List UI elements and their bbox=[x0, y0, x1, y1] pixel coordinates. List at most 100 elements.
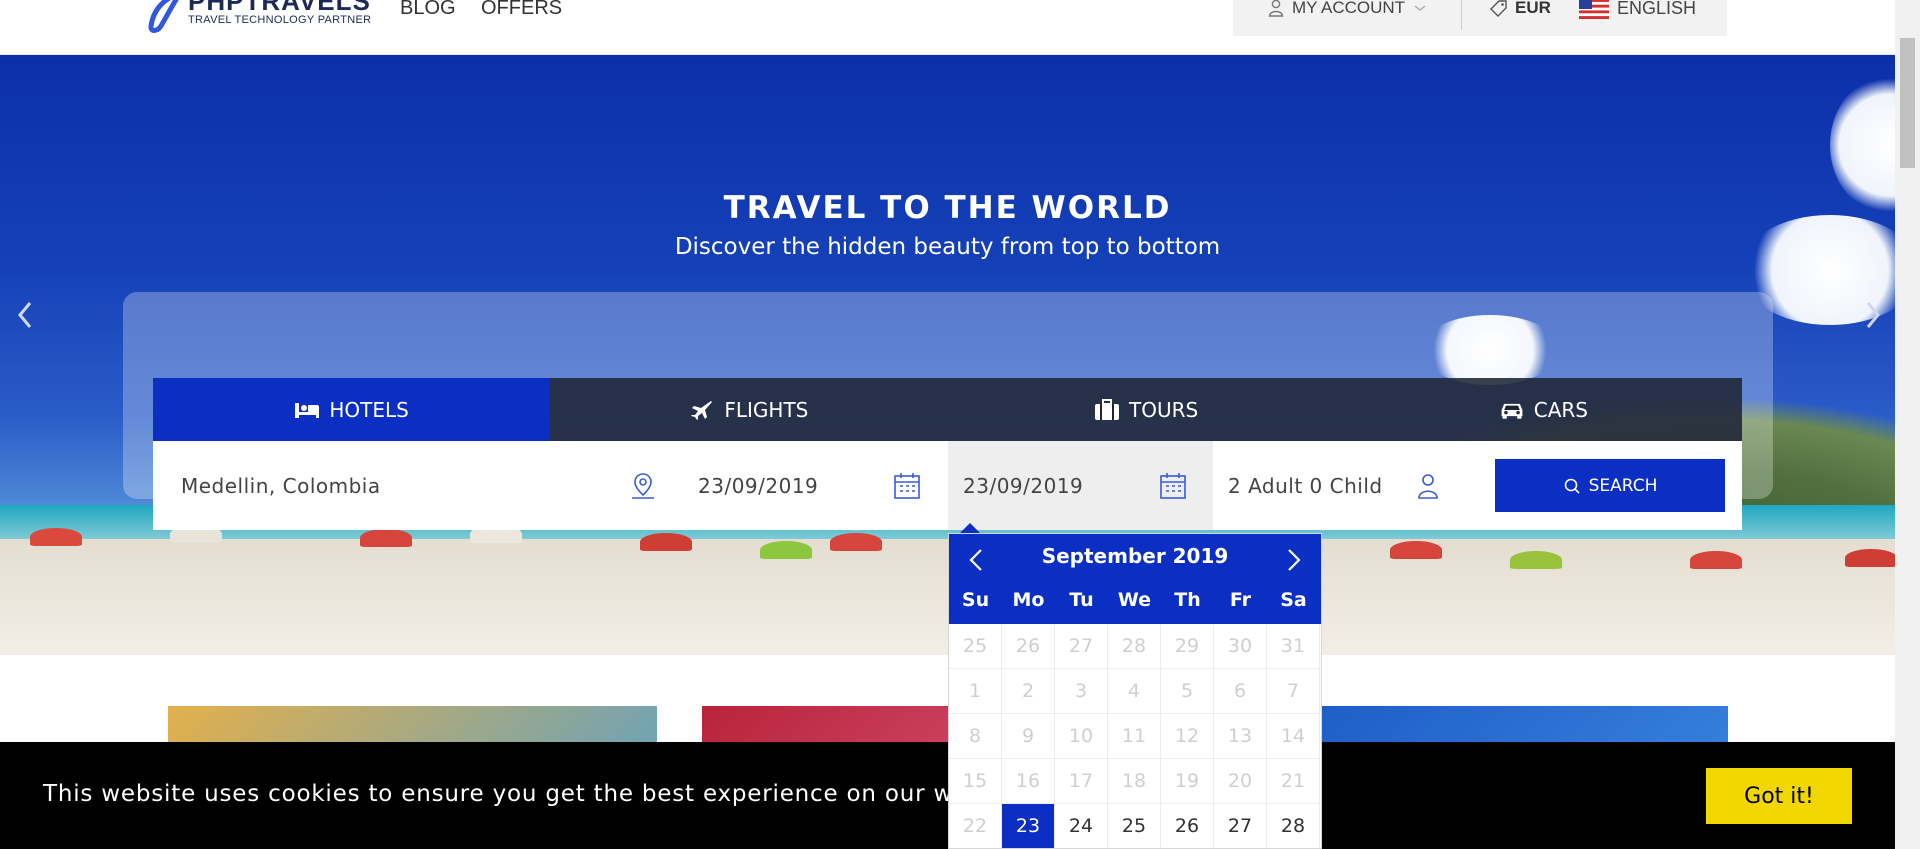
search-icon bbox=[1564, 478, 1580, 494]
calendar-day: 30 bbox=[1214, 624, 1267, 669]
currency-selector[interactable]: EUR bbox=[1490, 0, 1551, 18]
divider bbox=[1461, 0, 1462, 30]
calendar-day: 7 bbox=[1267, 669, 1320, 714]
calendar-day: 28 bbox=[1108, 624, 1161, 669]
umbrella-decoration bbox=[360, 529, 412, 547]
currency-label: EUR bbox=[1515, 0, 1551, 17]
tab-tours[interactable]: TOURS bbox=[948, 378, 1345, 441]
checkout-value: 23/09/2019 bbox=[963, 473, 1084, 498]
calendar-day: 9 bbox=[1002, 714, 1055, 759]
plane-icon bbox=[691, 400, 713, 420]
hero-title: TRAVEL TO THE WORLD bbox=[723, 190, 1172, 226]
calendar-day: 17 bbox=[1055, 759, 1108, 804]
car-icon bbox=[1501, 403, 1523, 419]
tab-flights[interactable]: FLIGHTS bbox=[550, 378, 947, 441]
us-flag-icon bbox=[1579, 0, 1609, 19]
umbrella-decoration bbox=[640, 533, 692, 551]
page-scrollbar[interactable] bbox=[1895, 0, 1920, 849]
calendar-day: 20 bbox=[1214, 759, 1267, 804]
nav-offers[interactable]: OFFERS bbox=[481, 0, 562, 20]
my-account-label: MY ACCOUNT bbox=[1292, 0, 1406, 17]
umbrella-decoration bbox=[1845, 549, 1895, 567]
calendar-day: 3 bbox=[1055, 669, 1108, 714]
weekday-label: Mo bbox=[1012, 589, 1045, 611]
calendar-day: 25 bbox=[949, 624, 1002, 669]
guests-input[interactable]: 2 Adult 0 Child bbox=[1213, 441, 1473, 530]
calendar-day: 29 bbox=[1161, 624, 1214, 669]
calendar-day: 18 bbox=[1108, 759, 1161, 804]
map-pin-icon bbox=[632, 473, 654, 499]
calendar-day: 10 bbox=[1055, 714, 1108, 759]
calendar-day[interactable]: 26 bbox=[1161, 804, 1214, 848]
hotel-search-form: Medellin, Colombia 23/09/2019 23/09/2019… bbox=[153, 441, 1742, 530]
calendar-day: 1 bbox=[949, 669, 1002, 714]
calendar-day: 11 bbox=[1108, 714, 1161, 759]
tab-cars[interactable]: CARS bbox=[1345, 378, 1742, 441]
destination-value: Medellin, Colombia bbox=[181, 473, 381, 498]
umbrella-decoration bbox=[830, 533, 882, 551]
weekday-label: Tu bbox=[1069, 589, 1094, 611]
umbrella-decoration bbox=[30, 528, 82, 546]
next-month-icon[interactable] bbox=[1275, 542, 1311, 578]
tag-icon bbox=[1490, 0, 1507, 17]
search-tabs: HOTELS FLIGHTS TOURS CARS bbox=[153, 378, 1742, 441]
weekday-label: Fr bbox=[1229, 589, 1252, 611]
calendar-day[interactable]: 27 bbox=[1214, 804, 1267, 848]
tab-cars-label: CARS bbox=[1533, 397, 1588, 422]
slider-next-arrow[interactable] bbox=[1858, 295, 1888, 335]
hero-subtitle: Discover the hidden beauty from top to b… bbox=[674, 234, 1221, 260]
chevron-down-icon bbox=[1414, 5, 1426, 11]
calendar-day: 22 bbox=[949, 804, 1002, 848]
calendar-day: 5 bbox=[1161, 669, 1214, 714]
nav-blog[interactable]: BLOG bbox=[400, 0, 456, 20]
calendar-day[interactable]: 28 bbox=[1267, 804, 1320, 848]
language-selector[interactable]: ENGLISH bbox=[1579, 0, 1696, 19]
calendar-icon bbox=[894, 473, 920, 499]
calendar-day: 2 bbox=[1002, 669, 1055, 714]
umbrella-decoration bbox=[1510, 551, 1562, 569]
datepicker-header: September 2019 Su Mo Tu We Th Fr Sa bbox=[949, 534, 1321, 624]
my-account-dropdown[interactable]: MY ACCOUNT bbox=[1268, 0, 1427, 18]
calendar-day: 16 bbox=[1002, 759, 1055, 804]
calendar-day: 13 bbox=[1214, 714, 1267, 759]
weekday-label: We bbox=[1117, 589, 1152, 611]
calendar-day: 27 bbox=[1055, 624, 1108, 669]
datepicker-month: September 2019 bbox=[1041, 544, 1229, 568]
calendar-day[interactable]: 24 bbox=[1055, 804, 1108, 848]
destination-input[interactable]: Medellin, Colombia bbox=[153, 441, 670, 530]
datepicker-caret bbox=[960, 523, 980, 533]
calendar-day-selected[interactable]: 23 bbox=[1002, 804, 1055, 848]
calendar-day: 4 bbox=[1108, 669, 1161, 714]
calendar-day: 6 bbox=[1214, 669, 1267, 714]
cookie-accept-button[interactable]: Got it! bbox=[1706, 768, 1852, 824]
user-icon bbox=[1418, 474, 1438, 499]
calendar-icon bbox=[1160, 473, 1186, 499]
logo[interactable]: PHPTRAVELS TRAVEL TECHNOLOGY PARTNER bbox=[143, 0, 373, 34]
umbrella-decoration bbox=[760, 541, 812, 559]
calendar-day[interactable]: 25 bbox=[1108, 804, 1161, 848]
suitcase-icon bbox=[1095, 398, 1120, 420]
umbrella-decoration bbox=[1690, 551, 1742, 569]
checkin-date-input[interactable]: 23/09/2019 bbox=[670, 441, 935, 530]
tab-hotels[interactable]: HOTELS bbox=[153, 378, 551, 441]
calendar-day: 8 bbox=[949, 714, 1002, 759]
calendar-day: 31 bbox=[1267, 624, 1320, 669]
guests-value: 2 Adult 0 Child bbox=[1228, 473, 1383, 498]
tab-flights-label: FLIGHTS bbox=[724, 397, 809, 422]
scrollbar-thumb[interactable] bbox=[1900, 38, 1915, 168]
datepicker: September 2019 Su Mo Tu We Th Fr Sa 25 26 27 28 29… bbox=[948, 533, 1322, 849]
umbrella-decoration bbox=[1390, 541, 1442, 559]
calendar-day: 14 bbox=[1267, 714, 1320, 759]
search-button[interactable]: SEARCH bbox=[1495, 459, 1725, 512]
language-label: ENGLISH bbox=[1617, 0, 1697, 18]
weekday-label: Sa bbox=[1280, 589, 1307, 611]
calendar-day: 12 bbox=[1161, 714, 1214, 759]
calendar-day: 15 bbox=[949, 759, 1002, 804]
calendar-day: 26 bbox=[1002, 624, 1055, 669]
checkout-date-input[interactable]: 23/09/2019 bbox=[948, 441, 1213, 530]
bed-icon bbox=[295, 402, 320, 418]
logo-tagline: TRAVEL TECHNOLOGY PARTNER bbox=[188, 14, 372, 26]
cookie-message: This website uses cookies to ensure you … bbox=[43, 781, 1004, 807]
calendar-day: 21 bbox=[1267, 759, 1320, 804]
slider-prev-arrow[interactable] bbox=[10, 295, 40, 335]
